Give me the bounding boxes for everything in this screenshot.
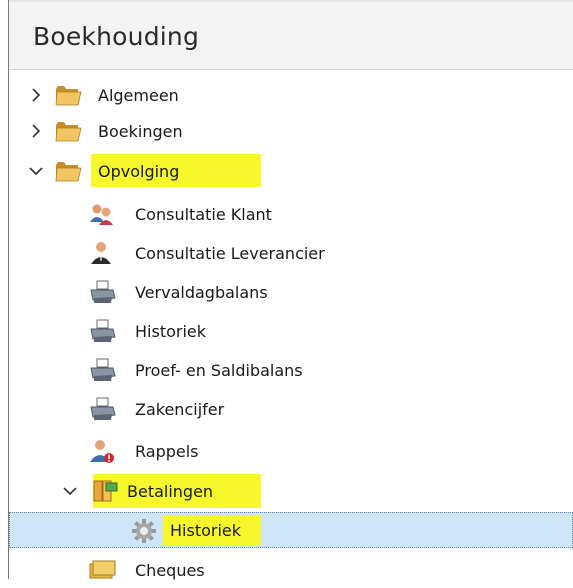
printer-icon xyxy=(88,317,116,345)
folder-icon xyxy=(54,157,82,185)
printer-icon xyxy=(88,395,116,423)
tree-item-label: Consultatie Klant xyxy=(135,205,272,224)
supplier-icon xyxy=(88,239,116,267)
folder-icon xyxy=(54,117,82,145)
tree-item-label: Vervaldagbalans xyxy=(135,283,268,302)
tree-item-label: Rappels xyxy=(135,442,199,461)
tree-item-algemeen[interactable]: Algemeen xyxy=(9,78,573,112)
tree-item-label: Cheques xyxy=(135,561,205,580)
printer-icon xyxy=(88,278,116,306)
reminder-user-icon xyxy=(88,437,116,465)
tree-item-cheques[interactable]: Cheques xyxy=(9,552,573,586)
tree-item-historiek[interactable]: Historiek xyxy=(9,314,573,348)
tree-item-label: Zakencijfer xyxy=(135,400,225,419)
tree-item-consultatie-leverancier[interactable]: Consultatie Leverancier xyxy=(9,236,573,270)
tree-item-label: Algemeen xyxy=(98,86,179,105)
tree-item-label: Betalingen xyxy=(127,482,214,501)
tree-item-label: Consultatie Leverancier xyxy=(135,244,325,263)
chevron-right-icon[interactable] xyxy=(27,86,45,104)
navigation-tree: Algemeen Boekingen Opvolging Consultatie… xyxy=(9,70,573,580)
tree-item-label: Opvolging xyxy=(98,162,180,181)
tree-item-label: Proef- en Saldibalans xyxy=(135,361,303,380)
tree-item-vervaldagbalans[interactable]: Vervaldagbalans xyxy=(9,275,573,309)
tree-item-label: Historiek xyxy=(135,322,207,341)
tree-item-boekingen[interactable]: Boekingen xyxy=(9,114,573,148)
customers-icon xyxy=(88,200,116,228)
tree-item-opvolging[interactable]: Opvolging xyxy=(9,154,573,188)
cheques-icon xyxy=(88,556,116,584)
tree-item-label: Boekingen xyxy=(98,122,183,141)
chevron-down-icon[interactable] xyxy=(27,162,45,180)
tree-item-historiek-selected[interactable]: Historiek xyxy=(9,512,573,548)
tree-item-consultatie-klant[interactable]: Consultatie Klant xyxy=(9,197,573,231)
tree-item-proef-en-saldibalans[interactable]: Proef- en Saldibalans xyxy=(9,353,573,387)
tree-item-zakencijfer[interactable]: Zakencijfer xyxy=(9,392,573,426)
panel-header: Boekhouding xyxy=(9,2,573,70)
chevron-down-icon[interactable] xyxy=(61,482,79,500)
panel-title: Boekhouding xyxy=(33,22,200,51)
tree-item-betalingen[interactable]: Betalingen xyxy=(9,474,573,508)
chevron-right-icon[interactable] xyxy=(27,122,45,140)
gear-icon xyxy=(130,517,158,545)
tree-item-label: Historiek xyxy=(170,521,242,540)
folder-icon xyxy=(54,81,82,109)
printer-icon xyxy=(88,356,116,384)
tree-item-rappels[interactable]: Rappels xyxy=(9,434,573,468)
payments-icon xyxy=(92,477,120,505)
